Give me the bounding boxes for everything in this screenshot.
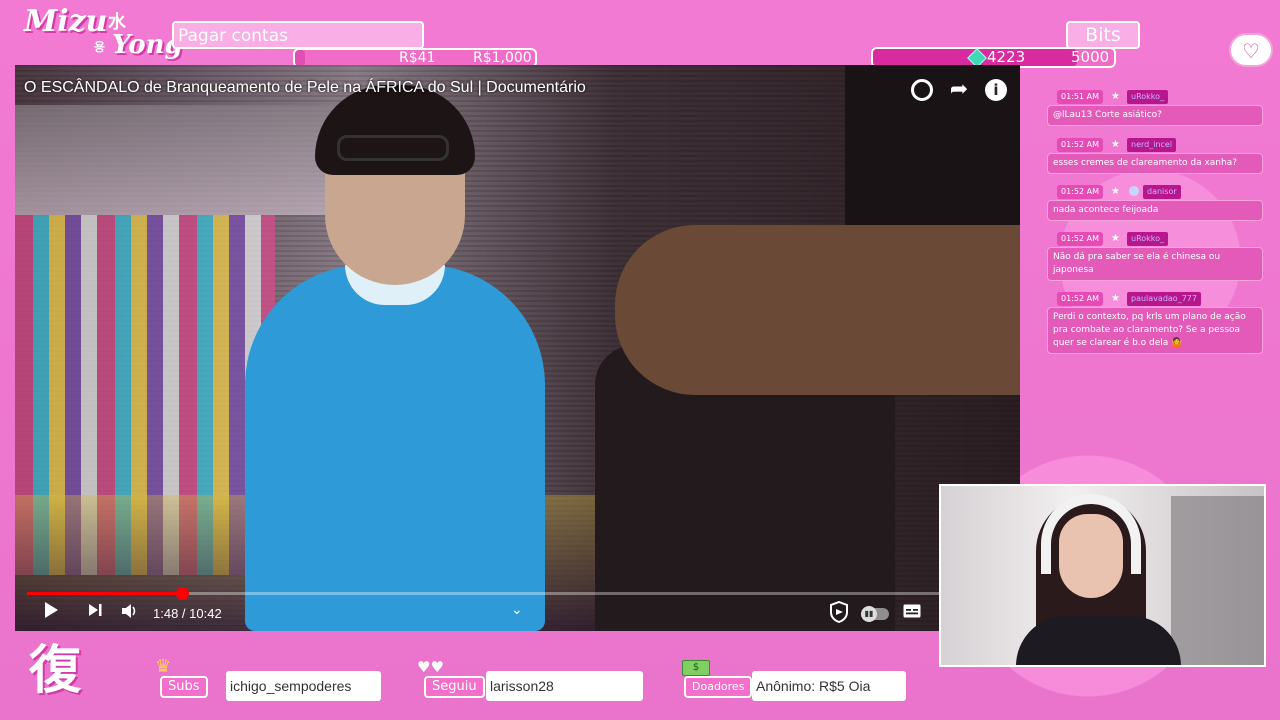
bits-current: 4223 — [987, 48, 1026, 66]
message-username[interactable]: paulavadao_777 — [1127, 292, 1201, 306]
hearts-icon: ♥♥ — [417, 658, 444, 676]
star-icon: ★ — [1111, 139, 1120, 150]
logo-word-mizu: Mizu — [24, 4, 108, 39]
message-username[interactable]: uRokko_ — [1127, 90, 1169, 104]
star-icon: ★ — [1111, 91, 1120, 102]
donors-label: Doadores — [684, 676, 753, 698]
chat-message: 01:52 AM ★ danisor nada acontece feijoad… — [1047, 185, 1263, 221]
money-icon: $ — [682, 660, 710, 676]
goal-progress-fill — [295, 50, 305, 66]
bottom-logo-kanji: 復 — [28, 641, 81, 701]
video-time: 1:48 / 10:42 — [153, 606, 222, 621]
next-button[interactable] — [87, 601, 103, 627]
video-progress-handle[interactable] — [175, 587, 189, 600]
pause-icon: ▮▮ — [861, 606, 877, 622]
message-time: 01:51 AM — [1057, 90, 1103, 104]
webcam-shelf — [1171, 496, 1264, 665]
clerk-hair — [315, 85, 475, 175]
chat-message: 01:52 AM ★ nerd_incel esses cremes de cl… — [1047, 138, 1263, 174]
next-icon — [89, 604, 102, 616]
message-time: 01:52 AM — [1057, 185, 1103, 199]
channel-logo: Mizu 水 용 Yong — [22, 4, 183, 64]
message-time: 01:52 AM — [1057, 232, 1103, 246]
subs-value: ichigo_sempoderes — [226, 671, 381, 701]
message-text: nada acontece feijoada — [1047, 200, 1263, 221]
video-progress-bar[interactable] — [27, 587, 947, 600]
follow-label: Seguiu — [424, 676, 485, 698]
message-username[interactable]: danisor — [1143, 185, 1181, 199]
donors-value: Anônimo: R$5 Oia — [752, 671, 906, 701]
clerk-glasses — [337, 135, 449, 161]
volume-icon — [122, 604, 136, 618]
video-frame — [15, 65, 1020, 631]
message-username[interactable]: nerd_incel — [1127, 138, 1177, 152]
play-icon — [45, 602, 58, 618]
chevron-down-icon[interactable]: ⌄ — [511, 597, 523, 623]
bits-title: Bits — [1066, 21, 1140, 49]
goal-title: Pagar contas — [172, 21, 424, 49]
verified-badge-icon — [1129, 186, 1139, 196]
webcam-feed — [939, 484, 1266, 667]
share-icon[interactable]: ➦ — [948, 79, 970, 101]
video-player[interactable]: O ESCÂNDALO de Branqueamento de Pele na … — [15, 65, 1020, 631]
info-icon[interactable]: i — [985, 79, 1007, 101]
watch-later-icon[interactable] — [911, 79, 933, 101]
message-text: @lLau13 Corte asiático? — [1047, 105, 1263, 126]
autoplay-toggle[interactable]: ▮▮ — [861, 606, 889, 622]
star-icon: ★ — [1111, 186, 1120, 197]
chat-message: 01:52 AM ★ paulavadao_777 Perdi o contex… — [1047, 292, 1263, 354]
store-shelf-top — [15, 105, 345, 215]
goal-current: R$41 — [399, 50, 436, 66]
message-time: 01:52 AM — [1057, 138, 1103, 152]
shield-icon[interactable] — [829, 600, 849, 627]
message-text: Perdi o contexto, pq krls um plano de aç… — [1047, 307, 1263, 354]
streamer-body — [1016, 616, 1181, 665]
volume-button[interactable] — [121, 601, 139, 627]
video-title[interactable]: O ESCÂNDALO de Branqueamento de Pele na … — [24, 79, 586, 97]
message-username[interactable]: uRokko_ — [1127, 232, 1169, 246]
follow-value: larisson28 — [486, 671, 643, 701]
star-icon: ★ — [1111, 293, 1120, 304]
goal-target: R$1,000 — [473, 50, 532, 66]
play-button[interactable] — [43, 601, 59, 627]
message-time: 01:52 AM — [1057, 292, 1103, 306]
subs-label: Subs — [160, 676, 208, 698]
clerk-shirt — [245, 265, 545, 631]
logo-hangul: 용 — [94, 40, 106, 54]
chat-panel[interactable]: 01:51 AM ★ uRokko_ @lLau13 Corte asiátic… — [1043, 62, 1265, 358]
captions-button[interactable] — [903, 601, 921, 627]
video-progress-fill — [27, 592, 182, 595]
message-text: Não dá pra saber se ela é chinesa ou jap… — [1047, 247, 1263, 281]
star-icon: ★ — [1111, 233, 1120, 244]
crown-icon: ♛ — [155, 656, 172, 677]
chat-message: 01:51 AM ★ uRokko_ @lLau13 Corte asiátic… — [1047, 90, 1263, 126]
message-text: esses cremes de clareamento da xanha? — [1047, 153, 1263, 174]
captions-icon — [903, 604, 921, 618]
customer-arm — [615, 225, 1020, 395]
chat-message: 01:52 AM ★ uRokko_ Não dá pra saber se e… — [1047, 232, 1263, 281]
